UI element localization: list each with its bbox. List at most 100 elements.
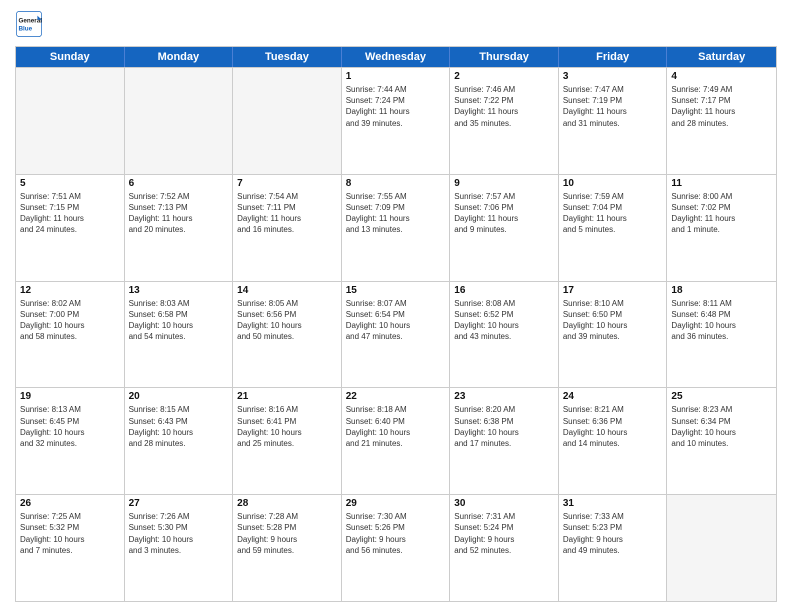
day-header: Thursday: [450, 47, 559, 67]
calendar-cell: 17Sunrise: 8:10 AM Sunset: 6:50 PM Dayli…: [559, 282, 668, 388]
day-number: 5: [20, 178, 120, 189]
day-number: 8: [346, 178, 446, 189]
calendar-cell: 26 Sunrise: 7:25 AM Sunset: 5:32 PM Dayli…: [16, 495, 125, 601]
day-header: Tuesday: [233, 47, 342, 67]
cell-info: Sunrise: 7:46 AM Sunset: 7:22 PM Dayligh…: [454, 84, 554, 129]
cell-info: Sunrise: 8:07 AM Sunset: 6:54 PM Dayligh…: [346, 298, 446, 343]
calendar-row: 12 Sunrise: 8:02 AM Sunset: 7:00 PM Dayli…: [16, 281, 776, 388]
calendar-cell: 9Sunrise: 7:57 AM Sunset: 7:06 PM Daylig…: [450, 175, 559, 281]
day-number: 23: [454, 391, 554, 402]
calendar-cell: 27 Sunrise: 7:26 AM Sunset: 5:30 PM Dayli…: [125, 495, 234, 601]
calendar-cell: 28Sunrise: 7:28 AM Sunset: 5:28 PM Dayli…: [233, 495, 342, 601]
calendar: SundayMondayTuesdayWednesdayThursdayFrid…: [15, 46, 777, 602]
calendar-cell: 8 Sunrise: 7:55 AM Sunset: 7:09 PM Daylig…: [342, 175, 451, 281]
cell-info: Sunrise: 8:00 AM Sunset: 7:02 PM Dayligh…: [671, 191, 772, 236]
day-header: Saturday: [667, 47, 776, 67]
cell-info: Sunrise: 7:47 AM Sunset: 7:19 PM Dayligh…: [563, 84, 663, 129]
day-number: 12: [20, 285, 120, 296]
day-number: 13: [129, 285, 229, 296]
day-number: 1: [346, 71, 446, 82]
cell-info: Sunrise: 7:28 AM Sunset: 5:28 PM Dayligh…: [237, 511, 337, 556]
calendar-cell: 15 Sunrise: 8:07 AM Sunset: 6:54 PM Dayli…: [342, 282, 451, 388]
day-number: 11: [671, 178, 772, 189]
cell-info: Sunrise: 7:30 AM Sunset: 5:26 PM Dayligh…: [346, 511, 446, 556]
cell-info: Sunrise: 8:18 AM Sunset: 6:40 PM Dayligh…: [346, 404, 446, 449]
cell-info: Sunrise: 7:55 AM Sunset: 7:09 PM Dayligh…: [346, 191, 446, 236]
day-number: 2: [454, 71, 554, 82]
cell-info: Sunrise: 8:13 AM Sunset: 6:45 PM Dayligh…: [20, 404, 120, 449]
svg-text:Blue: Blue: [19, 25, 33, 32]
calendar-cell: 11 Sunrise: 8:00 AM Sunset: 7:02 PM Dayli…: [667, 175, 776, 281]
day-header: Sunday: [16, 47, 125, 67]
day-number: 31: [563, 498, 663, 509]
day-header: Wednesday: [342, 47, 451, 67]
calendar-cell: 16 Sunrise: 8:08 AM Sunset: 6:52 PM Dayli…: [450, 282, 559, 388]
calendar-cell: 10Sunrise: 7:59 AM Sunset: 7:04 PM Dayli…: [559, 175, 668, 281]
calendar-cell: 22 Sunrise: 8:18 AM Sunset: 6:40 PM Dayli…: [342, 388, 451, 494]
cell-info: Sunrise: 7:44 AM Sunset: 7:24 PM Dayligh…: [346, 84, 446, 129]
calendar-cell: 31Sunrise: 7:33 AM Sunset: 5:23 PM Dayli…: [559, 495, 668, 601]
calendar-cell: 24 Sunrise: 8:21 AM Sunset: 6:36 PM Dayli…: [559, 388, 668, 494]
day-number: 21: [237, 391, 337, 402]
cell-info: Sunrise: 8:16 AM Sunset: 6:41 PM Dayligh…: [237, 404, 337, 449]
header: General Blue: [15, 10, 777, 38]
cell-info: Sunrise: 7:25 AM Sunset: 5:32 PM Dayligh…: [20, 511, 120, 556]
day-number: 18: [671, 285, 772, 296]
calendar-cell: [125, 68, 234, 174]
day-number: 25: [671, 391, 772, 402]
calendar-cell: 7Sunrise: 7:54 AM Sunset: 7:11 PM Daylig…: [233, 175, 342, 281]
day-number: 17: [563, 285, 663, 296]
day-number: 26: [20, 498, 120, 509]
logo-icon: General Blue: [15, 10, 43, 38]
calendar-cell: 18Sunrise: 8:11 AM Sunset: 6:48 PM Dayli…: [667, 282, 776, 388]
day-number: 15: [346, 285, 446, 296]
cell-info: Sunrise: 8:20 AM Sunset: 6:38 PM Dayligh…: [454, 404, 554, 449]
calendar-cell: 6 Sunrise: 7:52 AM Sunset: 7:13 PM Daylig…: [125, 175, 234, 281]
calendar-cell: 20Sunrise: 8:15 AM Sunset: 6:43 PM Dayli…: [125, 388, 234, 494]
cell-info: Sunrise: 8:05 AM Sunset: 6:56 PM Dayligh…: [237, 298, 337, 343]
cell-info: Sunrise: 7:52 AM Sunset: 7:13 PM Dayligh…: [129, 191, 229, 236]
day-number: 9: [454, 178, 554, 189]
day-number: 16: [454, 285, 554, 296]
calendar-cell: 25Sunrise: 8:23 AM Sunset: 6:34 PM Dayli…: [667, 388, 776, 494]
calendar-cell: [667, 495, 776, 601]
cell-info: Sunrise: 8:08 AM Sunset: 6:52 PM Dayligh…: [454, 298, 554, 343]
day-header: Monday: [125, 47, 234, 67]
calendar-cell: 5Sunrise: 7:51 AM Sunset: 7:15 PM Daylig…: [16, 175, 125, 281]
day-header: Friday: [559, 47, 668, 67]
calendar-cell: [233, 68, 342, 174]
cell-info: Sunrise: 7:31 AM Sunset: 5:24 PM Dayligh…: [454, 511, 554, 556]
day-number: 4: [671, 71, 772, 82]
calendar-cell: 3Sunrise: 7:47 AM Sunset: 7:19 PM Daylig…: [559, 68, 668, 174]
day-number: 29: [346, 498, 446, 509]
cell-info: Sunrise: 8:02 AM Sunset: 7:00 PM Dayligh…: [20, 298, 120, 343]
cell-info: Sunrise: 7:54 AM Sunset: 7:11 PM Dayligh…: [237, 191, 337, 236]
calendar-cell: 19Sunrise: 8:13 AM Sunset: 6:45 PM Dayli…: [16, 388, 125, 494]
day-number: 24: [563, 391, 663, 402]
calendar-cell: 13 Sunrise: 8:03 AM Sunset: 6:58 PM Dayli…: [125, 282, 234, 388]
calendar-row: 19Sunrise: 8:13 AM Sunset: 6:45 PM Dayli…: [16, 387, 776, 494]
day-number: 27: [129, 498, 229, 509]
calendar-cell: 30Sunrise: 7:31 AM Sunset: 5:24 PM Dayli…: [450, 495, 559, 601]
cell-info: Sunrise: 8:21 AM Sunset: 6:36 PM Dayligh…: [563, 404, 663, 449]
calendar-cell: 14 Sunrise: 8:05 AM Sunset: 6:56 PM Dayli…: [233, 282, 342, 388]
calendar-cell: 21 Sunrise: 8:16 AM Sunset: 6:41 PM Dayli…: [233, 388, 342, 494]
calendar-cell: 23 Sunrise: 8:20 AM Sunset: 6:38 PM Dayli…: [450, 388, 559, 494]
calendar-grid: 1 Sunrise: 7:44 AM Sunset: 7:24 PM Daylig…: [16, 67, 776, 601]
day-number: 6: [129, 178, 229, 189]
day-headers: SundayMondayTuesdayWednesdayThursdayFrid…: [16, 47, 776, 67]
calendar-cell: 29 Sunrise: 7:30 AM Sunset: 5:26 PM Dayli…: [342, 495, 451, 601]
cell-info: Sunrise: 7:59 AM Sunset: 7:04 PM Dayligh…: [563, 191, 663, 236]
cell-info: Sunrise: 7:26 AM Sunset: 5:30 PM Dayligh…: [129, 511, 229, 556]
calendar-row: 5Sunrise: 7:51 AM Sunset: 7:15 PM Daylig…: [16, 174, 776, 281]
cell-info: Sunrise: 8:03 AM Sunset: 6:58 PM Dayligh…: [129, 298, 229, 343]
day-number: 14: [237, 285, 337, 296]
day-number: 20: [129, 391, 229, 402]
calendar-cell: 12 Sunrise: 8:02 AM Sunset: 7:00 PM Dayli…: [16, 282, 125, 388]
page: General Blue SundayMondayTuesdayWednesda…: [0, 0, 792, 612]
calendar-cell: 1 Sunrise: 7:44 AM Sunset: 7:24 PM Daylig…: [342, 68, 451, 174]
calendar-cell: 4 Sunrise: 7:49 AM Sunset: 7:17 PM Daylig…: [667, 68, 776, 174]
cell-info: Sunrise: 7:49 AM Sunset: 7:17 PM Dayligh…: [671, 84, 772, 129]
day-number: 22: [346, 391, 446, 402]
calendar-cell: 2 Sunrise: 7:46 AM Sunset: 7:22 PM Daylig…: [450, 68, 559, 174]
